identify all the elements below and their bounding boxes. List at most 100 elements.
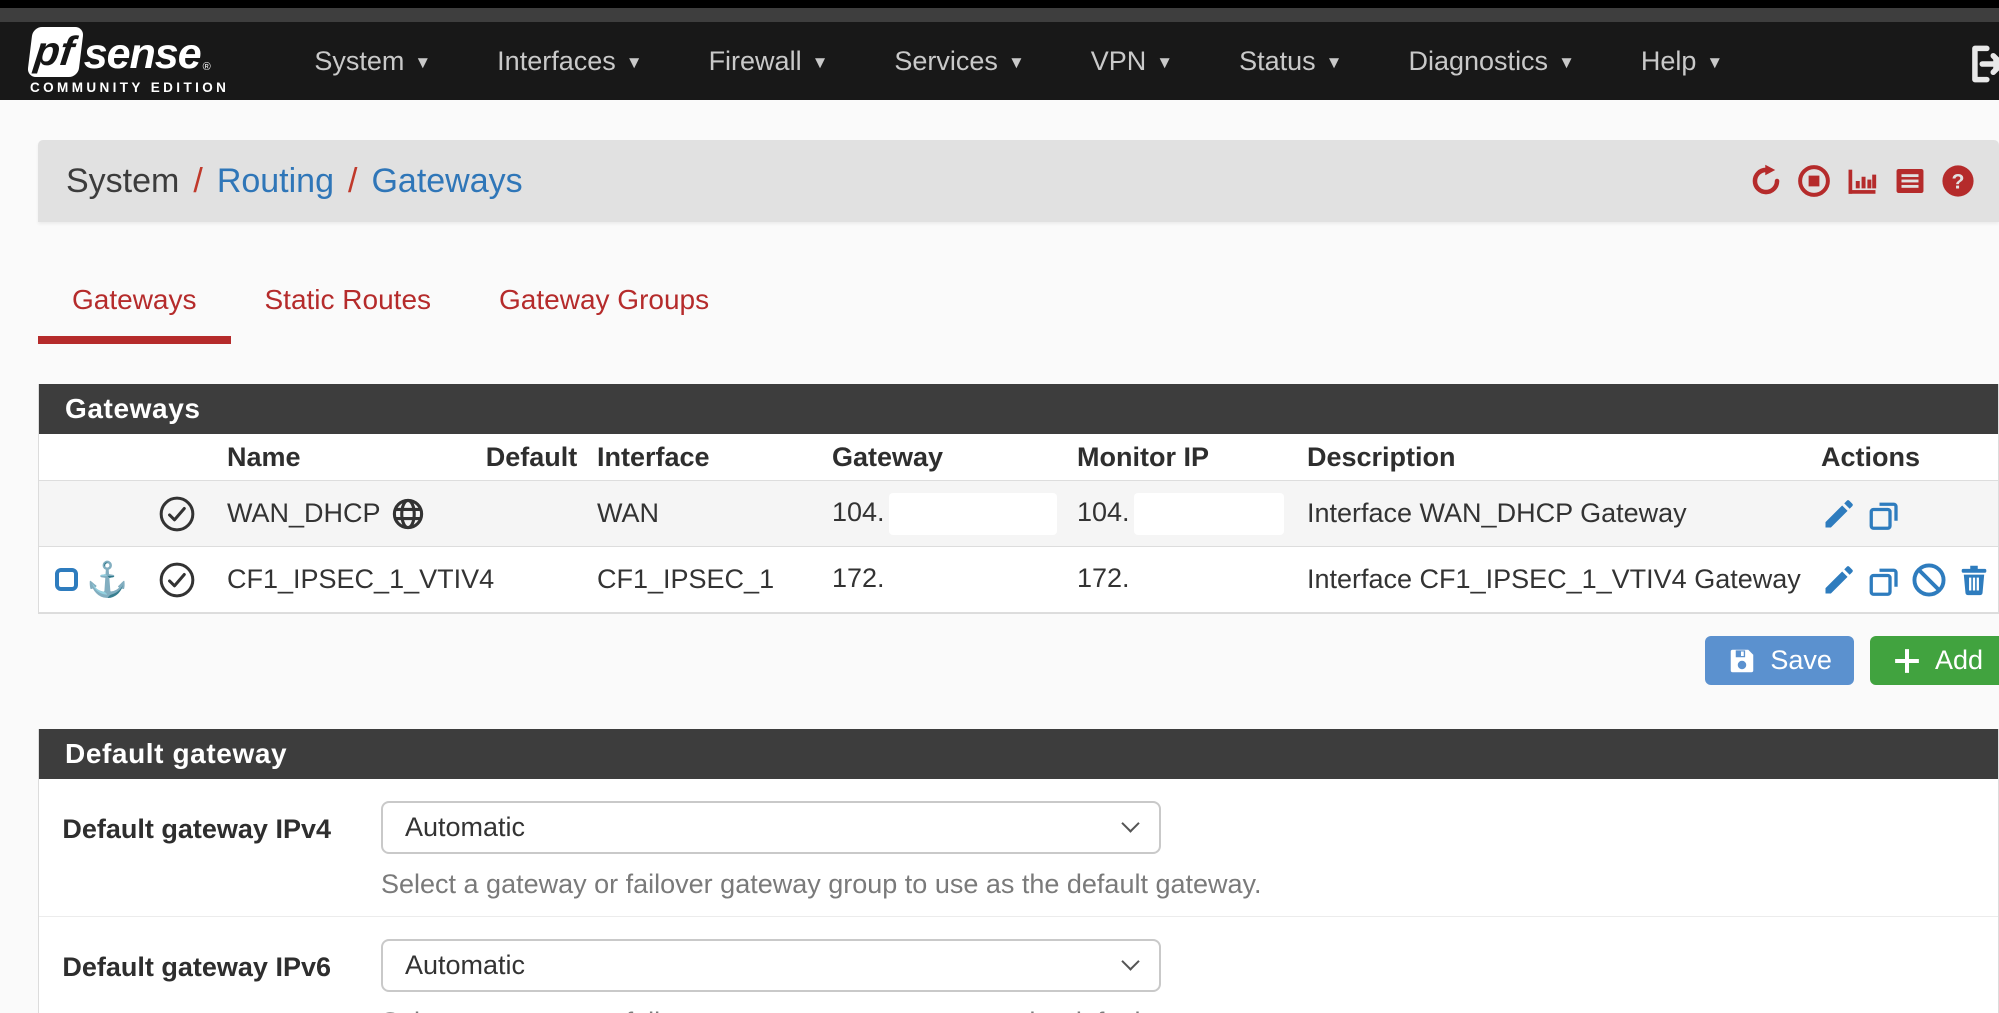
nav-item-vpn[interactable]: VPN▼ xyxy=(1058,46,1206,77)
breadcrumb-routing-link[interactable]: Routing xyxy=(217,162,334,201)
logo-registered-mark: ® xyxy=(203,61,211,73)
disable-icon[interactable] xyxy=(1911,562,1947,598)
monitor-ip-cell: 172. xyxy=(1069,559,1299,601)
gateway-address: 172. xyxy=(832,563,885,593)
chevron-down-icon xyxy=(1121,952,1139,970)
default-gateway-ipv6-select[interactable]: Automatic xyxy=(381,939,1161,992)
gateway-description: Interface WAN_DHCP Gateway xyxy=(1299,498,1799,529)
gateway-name-cell: CF1_IPSEC_1_VTIV4 xyxy=(219,564,474,595)
window-strip xyxy=(0,8,1999,22)
delete-icon[interactable] xyxy=(1956,562,1992,598)
monitor-ip: 104. xyxy=(1077,497,1130,527)
nav-item-label: Diagnostics xyxy=(1409,46,1549,77)
refresh-icon[interactable] xyxy=(1749,164,1783,198)
logo-pf-badge: pf xyxy=(27,27,84,77)
caret-down-icon: ▼ xyxy=(1326,49,1343,73)
nav-item-services[interactable]: Services ▼ xyxy=(861,46,1057,77)
nav-item-firewall[interactable]: Firewall▼ xyxy=(676,46,862,77)
edit-icon[interactable] xyxy=(1821,562,1857,598)
default-gateway-ipv4-select[interactable]: Automatic xyxy=(381,801,1161,854)
navbar: pf sense ® COMMUNITY EDITION System▼ Int… xyxy=(0,22,1999,100)
globe-icon xyxy=(391,497,425,531)
caret-down-icon: ▼ xyxy=(1156,49,1173,73)
logout-icon[interactable] xyxy=(1963,42,1999,82)
caret-down-icon: ▼ xyxy=(1558,49,1575,73)
column-gateway: Gateway xyxy=(824,442,1069,473)
nav-item-label: Status xyxy=(1239,46,1316,77)
table-row-cf1-ipsec: ⚓ CF1_IPSEC_1_VTIV4 CF1_IPSEC_1 172. 172… xyxy=(39,547,1998,613)
button-row: Save Add xyxy=(38,636,1999,685)
tab-gateway-groups[interactable]: Gateway Groups xyxy=(465,284,743,344)
stop-icon[interactable] xyxy=(1797,164,1831,198)
breadcrumb-separator: / xyxy=(193,162,202,201)
default-gateway-panel-title: Default gateway xyxy=(39,729,1998,779)
save-button[interactable]: Save xyxy=(1705,636,1854,685)
breadcrumb-gateways-link[interactable]: Gateways xyxy=(371,162,522,201)
default-gateway-ipv4-label: Default gateway IPv4 xyxy=(39,801,331,900)
selected-value: Automatic xyxy=(405,812,525,843)
row-actions xyxy=(1799,562,1998,598)
redaction-box xyxy=(889,559,1057,601)
caret-down-icon: ▼ xyxy=(1706,49,1723,73)
column-interface: Interface xyxy=(589,442,824,473)
chart-bar-icon[interactable] xyxy=(1845,164,1879,198)
caret-down-icon: ▼ xyxy=(414,49,431,73)
breadcrumb-separator: / xyxy=(348,162,357,201)
tab-gateways[interactable]: Gateways xyxy=(38,284,231,344)
svg-text:?: ? xyxy=(1952,169,1965,193)
copy-icon[interactable] xyxy=(1866,496,1902,532)
nav-item-interfaces[interactable]: Interfaces ▼ xyxy=(464,46,675,77)
plus-icon xyxy=(1892,646,1922,676)
column-name: Name xyxy=(219,442,474,473)
gateway-address-cell: 104. xyxy=(824,493,1069,535)
nav-item-label: Services xyxy=(894,46,998,77)
gateway-status-cell xyxy=(134,561,219,599)
nav-item-system[interactable]: System▼ xyxy=(281,46,464,77)
tab-static-routes[interactable]: Static Routes xyxy=(231,284,466,344)
form-row-ipv6: Default gateway IPv6 Automatic Select a … xyxy=(39,916,1998,1013)
caret-down-icon: ▼ xyxy=(812,49,829,73)
nav-menu: System▼ Interfaces▼ Firewall▼ Services▼ … xyxy=(281,46,1756,77)
nav-item-label: Help xyxy=(1641,46,1697,77)
logo-wordmark: pf sense ® xyxy=(30,27,229,77)
nav-item-label: Interfaces xyxy=(497,46,616,77)
column-default: Default xyxy=(474,442,589,473)
default-gateway-panel: Default gateway Default gateway IPv4 Aut… xyxy=(38,729,1999,1013)
gateway-address-cell: 172. xyxy=(824,559,1069,601)
save-button-label: Save xyxy=(1770,645,1832,676)
pfsense-logo[interactable]: pf sense ® COMMUNITY EDITION xyxy=(30,27,229,95)
form-field: Automatic Select a gateway or failover g… xyxy=(381,801,1262,900)
redaction-box xyxy=(1134,559,1284,601)
gateway-status-cell xyxy=(134,495,219,533)
caret-down-icon: ▼ xyxy=(626,49,643,73)
log-icon[interactable] xyxy=(1893,164,1927,198)
chevron-down-icon xyxy=(1121,814,1139,832)
gateways-panel-title: Gateways xyxy=(39,384,1998,434)
breadcrumb-actions: ? xyxy=(1749,140,1975,222)
help-icon[interactable]: ? xyxy=(1941,164,1975,198)
tab-bar: Gateways Static Routes Gateway Groups xyxy=(38,284,1999,344)
help-text: Select a gateway or failover gateway gro… xyxy=(381,869,1262,900)
top-strip xyxy=(0,0,1999,8)
gateway-interface: WAN xyxy=(589,498,824,529)
save-icon xyxy=(1727,646,1757,676)
edit-icon[interactable] xyxy=(1821,496,1857,532)
caret-down-icon: ▼ xyxy=(1008,49,1025,73)
help-text: Select a gateway or failover gateway gro… xyxy=(381,1007,1262,1013)
nav-item-diagnostics[interactable]: Diagnostics ▼ xyxy=(1376,46,1608,77)
table-row-wan-dhcp: WAN_DHCP WAN 104. 104. Interface WAN_DHC… xyxy=(39,481,1998,547)
copy-icon[interactable] xyxy=(1866,562,1902,598)
nav-item-status[interactable]: Status ▼ xyxy=(1206,46,1375,77)
check-circle-icon xyxy=(158,561,196,599)
logo-edition-text: COMMUNITY EDITION xyxy=(30,80,229,95)
monitor-ip: 172. xyxy=(1077,563,1130,593)
form-field: Automatic Select a gateway or failover g… xyxy=(381,939,1262,1013)
gateways-table-header: Name Default Interface Gateway Monitor I… xyxy=(39,434,1998,481)
monitor-ip-cell: 104. xyxy=(1069,493,1299,535)
redaction-box xyxy=(889,493,1057,535)
gateway-address: 104. xyxy=(832,497,885,527)
add-button[interactable]: Add xyxy=(1870,636,1999,685)
gateway-description: Interface CF1_IPSEC_1_VTIV4 Gateway xyxy=(1299,564,1799,595)
selected-value: Automatic xyxy=(405,950,525,981)
nav-item-help[interactable]: Help ▼ xyxy=(1608,46,1756,77)
